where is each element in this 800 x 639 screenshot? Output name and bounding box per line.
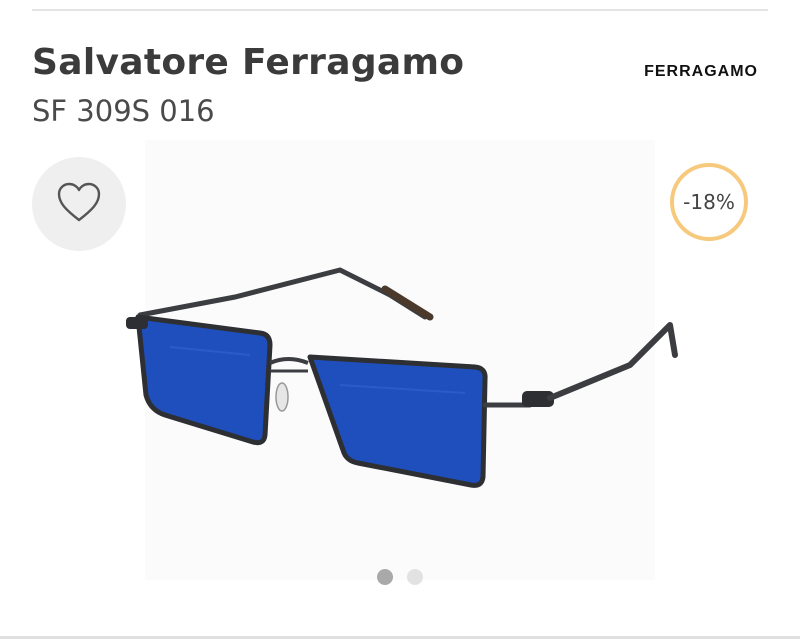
top-divider: [32, 9, 768, 11]
heart-outline-icon: [56, 181, 102, 227]
product-model-code: SF 309S 016: [32, 94, 215, 128]
sunglasses-image[interactable]: [110, 255, 690, 505]
discount-badge: -18%: [670, 163, 748, 241]
brand-logo: FERRAGAMO: [644, 63, 758, 80]
carousel-dot-2[interactable]: [407, 569, 423, 585]
carousel-dot-1[interactable]: [377, 569, 393, 585]
favorite-button[interactable]: [32, 157, 126, 251]
carousel-dots: [0, 569, 800, 585]
product-brand-title: Salvatore Ferragamo: [32, 42, 465, 83]
